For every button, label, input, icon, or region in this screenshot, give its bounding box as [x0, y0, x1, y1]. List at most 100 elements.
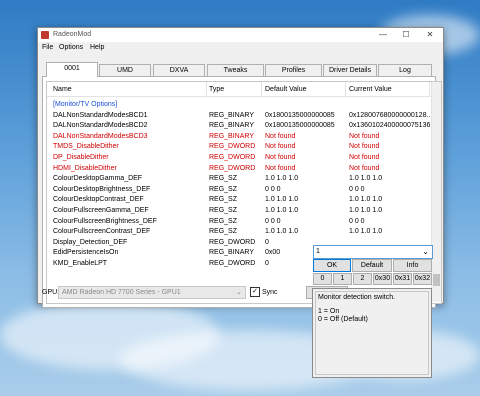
- cell-type: REG_SZ: [209, 217, 238, 225]
- cell-type: REG_SZ: [209, 228, 238, 236]
- table-row[interactable]: [Monitor/TV Options]: [47, 100, 431, 111]
- help-line-description: Monitor detection switch.: [318, 294, 396, 301]
- gpu-label: GPU:: [42, 289, 60, 296]
- info-button[interactable]: Info: [393, 259, 432, 272]
- cell-name: TMDS_DisableDither: [53, 143, 119, 151]
- cell-default: Not found: [265, 143, 296, 151]
- table-row[interactable]: ColourDesktopContrast_DEF REG_SZ 1.0 1.0 1…: [47, 195, 431, 206]
- sync-checkbox[interactable]: ✓: [250, 287, 260, 297]
- cell-name: ColourDesktopGamma_DEF: [53, 175, 143, 183]
- tab-log[interactable]: Log: [378, 64, 432, 76]
- cell-type: REG_DWORD: [209, 238, 256, 246]
- menu-file[interactable]: File: [42, 44, 53, 51]
- cell-type: REG_DWORD: [209, 154, 256, 161]
- tab-dxva[interactable]: DXVA: [153, 64, 205, 76]
- help-text-box: Monitor detection switch. 1 = On 0 = Off…: [315, 291, 429, 375]
- cell-name: DALNonStandardModesBCD2: [53, 122, 148, 130]
- cell-default: 1.0 1.0 1.0: [265, 175, 299, 183]
- cell-name: KMD_EnableLPT: [53, 260, 108, 267]
- column-header-current-value[interactable]: Current Value: [349, 86, 392, 93]
- cell-name: HDMI_DisableDither: [53, 164, 117, 172]
- cell-type: REG_SZ: [209, 185, 238, 193]
- column-header-name[interactable]: Name: [53, 86, 72, 93]
- column-header-type[interactable]: Type: [209, 86, 224, 93]
- cell-type: REG_BINARY: [209, 111, 254, 119]
- cell-default: 0x1800135000000085: [265, 122, 335, 130]
- cell-default: Not found: [265, 164, 296, 172]
- chevron-down-icon[interactable]: ⌄: [422, 247, 429, 256]
- tab-profiles[interactable]: Profiles: [265, 64, 322, 76]
- cell-name: EdidPersistenceIsOn: [53, 249, 119, 257]
- menu-help[interactable]: Help: [90, 44, 104, 51]
- gpu-select[interactable]: AMD Radeon HD 7700 Series - GPU1 ⌄: [58, 286, 246, 299]
- maximize-button[interactable]: ☐: [395, 28, 417, 42]
- ok-button[interactable]: OK: [313, 259, 351, 272]
- value-editor-input[interactable]: 1 ⌄: [313, 245, 433, 259]
- table-row[interactable]: DALNonStandardModesBCD1 REG_BINARY 0x18001…: [47, 111, 433, 122]
- menu-options[interactable]: Options: [59, 44, 83, 51]
- minimize-button[interactable]: —: [372, 28, 394, 42]
- cell-current: Not found: [349, 143, 380, 151]
- cell-current: 1.0 1.0 1.0: [349, 175, 383, 183]
- preset-button-2[interactable]: 2: [353, 273, 372, 285]
- cell-current: 1.0 1.0 1.0: [349, 207, 383, 214]
- preset-button-0x31[interactable]: 0x31: [393, 273, 412, 285]
- cell-type: REG_SZ: [209, 196, 238, 204]
- cell-type: REG_BINARY: [209, 122, 254, 130]
- tab-umd[interactable]: UMD: [99, 64, 151, 76]
- cell-name: DALNonStandardModesBCD3: [53, 132, 148, 140]
- menu-bar: File Options Help: [38, 43, 443, 54]
- table-row[interactable]: DALNonStandardModesBCD2 REG_BINARY 0x18001…: [47, 121, 436, 132]
- tab-tweaks[interactable]: Tweaks: [207, 64, 264, 76]
- table-row[interactable]: DP_DisableDither REG_DWORD Not found Not fo…: [47, 153, 431, 164]
- sync-label: Sync: [262, 289, 278, 296]
- cell-current: 0x128007680000000128...: [349, 111, 433, 119]
- cell-current: 0 0 0: [349, 217, 365, 225]
- help-line-on: 1 = On: [318, 308, 340, 315]
- preset-button-1[interactable]: 1: [333, 273, 352, 285]
- cell-type: REG_SZ: [209, 175, 238, 183]
- cell-type: REG_SZ: [209, 207, 238, 214]
- close-button[interactable]: ✕: [419, 28, 441, 42]
- table-row[interactable]: TMDS_DisableDither REG_DWORD Not found Not …: [47, 142, 431, 153]
- cell-type: REG_DWORD: [209, 260, 256, 267]
- table-row[interactable]: ColourFullscreenBrightness_DEF REG_SZ 0 0 …: [47, 217, 431, 228]
- tab-0001[interactable]: 0001: [46, 62, 98, 77]
- cell-default: 0 0 0: [265, 217, 281, 225]
- cell-name: ColourDesktopBrightness_DEF: [53, 185, 151, 193]
- table-row[interactable]: HDMI_DisableDither REG_DWORD Not found Not …: [47, 164, 431, 175]
- cell-name: DP_DisableDither: [53, 154, 109, 161]
- cell-name: [Monitor/TV Options]: [53, 101, 118, 108]
- cell-name: Display_Detection_DEF: [53, 238, 128, 246]
- table-row[interactable]: ColourDesktopBrightness_DEF REG_SZ 0 0 0 0 …: [47, 185, 431, 196]
- cell-default: Not found: [265, 132, 296, 140]
- cell-current: 0 0 0: [349, 185, 365, 193]
- gpu-select-value: AMD Radeon HD 7700 Series - GPU1: [62, 289, 181, 296]
- default-button[interactable]: Default: [352, 259, 392, 272]
- table-row[interactable]: ColourFullscreenContrast_DEF REG_SZ 1.0 1.…: [47, 227, 431, 238]
- cell-current: 0x1360102400000075136...: [349, 122, 437, 130]
- table-row[interactable]: ColourDesktopGamma_DEF REG_SZ 1.0 1.0 1.0 1…: [47, 174, 431, 185]
- vertical-scrollbar[interactable]: [431, 82, 441, 302]
- cell-type: REG_DWORD: [209, 164, 256, 172]
- scrollbar-thumb[interactable]: [433, 274, 440, 286]
- chevron-down-icon: ⌄: [236, 289, 242, 296]
- column-header-default-value[interactable]: Default Value: [265, 86, 307, 93]
- cell-default: 0 0 0: [265, 185, 281, 193]
- preset-button-0x32[interactable]: 0x32: [413, 273, 432, 285]
- cell-current: Not found: [349, 154, 380, 161]
- help-line-off: 0 = Off (Default): [318, 316, 368, 323]
- cell-default: 1.0 1.0 1.0: [265, 196, 299, 204]
- table-row[interactable]: ColourFullscreenGamma_DEF REG_SZ 1.0 1.0 1…: [47, 206, 431, 217]
- tab-strip: 0001 UMD DXVA Tweaks Profiles Driver Det…: [42, 62, 434, 77]
- cell-type: REG_DWORD: [209, 143, 256, 151]
- table-row[interactable]: DALNonStandardModesBCD3 REG_BINARY Not fou…: [47, 132, 431, 143]
- cell-default: 0: [265, 260, 269, 267]
- tab-driver-details[interactable]: Driver Details: [323, 64, 377, 76]
- preset-button-0[interactable]: 0: [313, 273, 332, 285]
- cell-name: ColourFullscreenGamma_DEF: [53, 207, 149, 214]
- title-bar: RadeonMod — ☐ ✕: [38, 28, 443, 42]
- cell-default: 1.0 1.0 1.0: [265, 207, 299, 214]
- preset-button-0x30[interactable]: 0x30: [373, 273, 392, 285]
- value-editor-text: 1: [316, 248, 320, 255]
